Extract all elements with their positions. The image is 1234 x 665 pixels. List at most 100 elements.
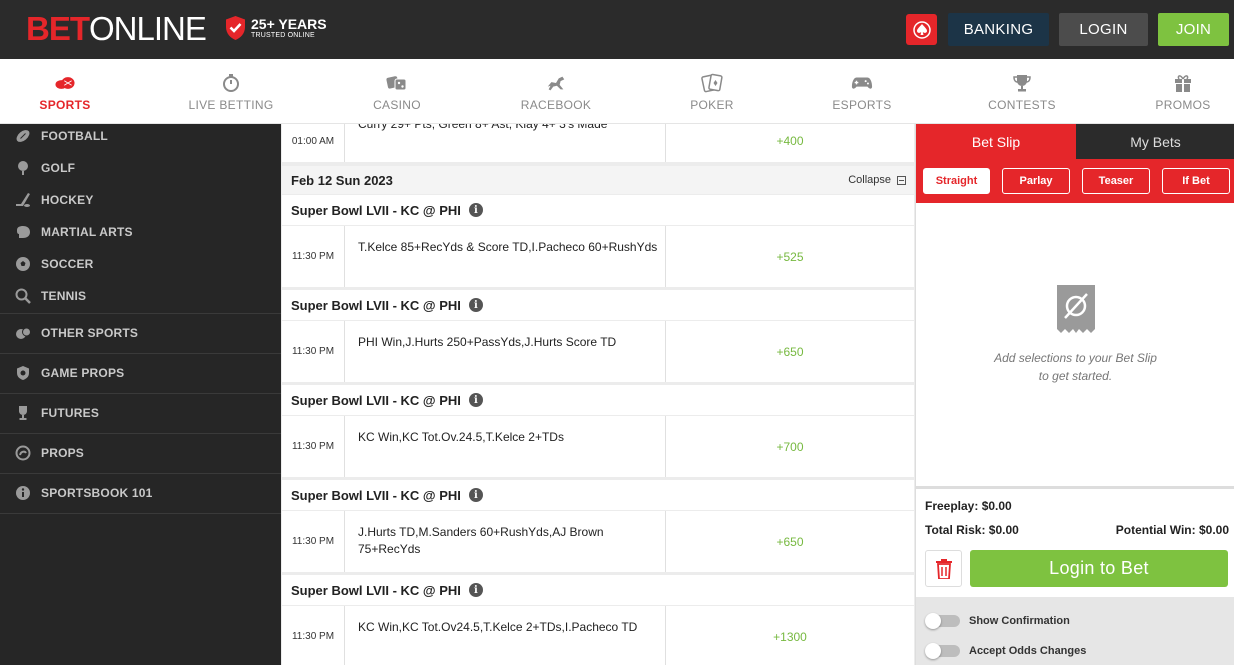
collapse-toggle[interactable]: Collapse [848, 174, 906, 186]
nav-label-poker: POKER [690, 98, 734, 112]
sidebar-label-game-props: GAME PROPS [41, 366, 125, 380]
bet-row: 11:30 PM KC Win,KC Tot.Ov.24.5,T.Kelce 2… [282, 416, 914, 477]
bet-row: 11:30 PM PHI Win,J.Hurts 250+PassYds,J.H… [282, 321, 914, 382]
sidebar-divider [0, 433, 281, 434]
sidebar-divider [0, 353, 281, 354]
login-to-bet-button[interactable]: Login to Bet [970, 550, 1228, 587]
sidebar-item-soccer[interactable]: SOCCER [0, 249, 281, 279]
bet-time: 11:30 PM [282, 416, 345, 477]
show-confirmation-toggle[interactable] [925, 613, 960, 629]
gamepad-icon [851, 72, 873, 94]
bet-time: 11:30 PM [282, 226, 345, 287]
bet-row: 11:30 PM J.Hurts TD,M.Sanders 60+RushYds… [282, 511, 914, 572]
banking-button[interactable]: BANKING [948, 13, 1049, 46]
sports-sidebar: FOOTBALL GOLF HOCKEY MARTIAL ARTS SOCCER… [0, 124, 281, 665]
nav-item-racebook[interactable]: RACEBOOK [511, 59, 601, 124]
join-button[interactable]: JOIN [1158, 13, 1229, 46]
sidebar-divider [0, 513, 281, 514]
sidebar-item-game-props[interactable]: GAME PROPS [0, 358, 281, 388]
nav-item-sports[interactable]: SPORTS [20, 59, 110, 124]
bet-type-if-bet[interactable]: If Bet [1162, 168, 1230, 194]
info-icon[interactable]: i [468, 298, 483, 312]
sidebar-item-props[interactable]: PROPS [0, 438, 281, 468]
date-label: Feb 12 Sun 2023 [291, 172, 393, 188]
empty-message-line-2: to get started. [1038, 369, 1113, 383]
sidebar-item-tennis[interactable]: TENNIS [0, 281, 281, 311]
poker-chip-button[interactable] [906, 14, 937, 45]
nav-item-esports[interactable]: ESPORTS [817, 59, 907, 124]
sidebar-label-props: PROPS [41, 446, 85, 460]
odds-button[interactable]: +650 [665, 321, 914, 382]
sidebar-item-hockey[interactable]: HOCKEY [0, 185, 281, 215]
logo-online: ONLINE [89, 10, 207, 47]
nav-label-contests: CONTESTS [988, 98, 1056, 112]
sidebar-item-football[interactable]: FOOTBALL [0, 121, 281, 151]
nav-item-promos[interactable]: PROMOS [1138, 59, 1228, 124]
bet-description: T.Kelce 85+RecYds & Score TD,I.Pacheco 6… [358, 240, 658, 254]
top-header: BET ONLINE 25+ YEARS TRUSTED ONLINE BANKI… [0, 0, 1234, 59]
tab-my-bets[interactable]: My Bets [1076, 124, 1234, 159]
nav-label-racebook: RACEBOOK [520, 98, 592, 112]
bet-row: 11:30 PM KC Win,KC Tot.Ov24.5,T.Kelce 2+… [282, 606, 914, 665]
soccer-icon [15, 256, 31, 272]
bet-type-bar: Straight Parlay Teaser If Bet [916, 159, 1234, 203]
sidebar-item-martial-arts[interactable]: MARTIAL ARTS [0, 217, 281, 247]
bet-type-parlay[interactable]: Parlay [1002, 168, 1070, 194]
sidebar-divider [0, 393, 281, 394]
dice-icon [386, 72, 408, 94]
game-header: Super Bowl LVII - KC @ PHI i [282, 290, 914, 320]
collapse-label: Collapse [848, 174, 891, 186]
sidebar-label-football: FOOTBALL [41, 129, 108, 143]
sports-icon [54, 72, 76, 94]
login-button[interactable]: LOGIN [1059, 13, 1148, 46]
info-icon[interactable]: i [468, 393, 483, 407]
nav-item-contests[interactable]: CONTESTS [977, 59, 1067, 124]
glove-icon [15, 224, 31, 240]
sidebar-item-other-sports[interactable]: OTHER SPORTS [0, 318, 281, 348]
show-confirmation-label: Show Confirmation [969, 615, 1070, 627]
bet-type-teaser[interactable]: Teaser [1082, 168, 1150, 194]
accept-odds-toggle[interactable] [925, 643, 960, 659]
sidebar-label-futures: FUTURES [41, 406, 100, 420]
odds-button[interactable]: +525 [665, 226, 914, 287]
football-icon [15, 128, 31, 144]
bet-description: KC Win,KC Tot.Ov24.5,T.Kelce 2+TDs,I.Pac… [358, 620, 638, 634]
empty-message-line-1: Add selections to your Bet Slip [994, 351, 1157, 365]
sidebar-label-hockey: HOCKEY [41, 193, 94, 207]
date-header: Feb 12 Sun 2023 Collapse [282, 166, 914, 194]
info-icon[interactable]: i [468, 488, 483, 502]
trash-icon [935, 558, 952, 579]
odds-list: 01:00 AM Curry 29+ Pts, Green 8+ Ast, Kl… [281, 124, 915, 665]
odds-button[interactable]: +400 [665, 124, 914, 162]
betonline-logo[interactable]: BET ONLINE [26, 10, 207, 47]
nav-item-live-betting[interactable]: LIVE BETTING [181, 59, 281, 124]
odds-button[interactable]: +700 [665, 416, 914, 477]
sidebar-label-other-sports: OTHER SPORTS [41, 326, 139, 340]
shield-check-icon [226, 16, 245, 40]
nav-item-poker[interactable]: POKER [667, 59, 757, 124]
sidebar-item-sportsbook-101[interactable]: SPORTSBOOK 101 [0, 478, 281, 508]
sidebar-item-golf[interactable]: GOLF [0, 153, 281, 183]
horse-icon [545, 72, 567, 94]
tab-bet-slip[interactable]: Bet Slip [916, 124, 1076, 159]
bet-time: 11:30 PM [282, 606, 345, 665]
game-title: Super Bowl LVII - KC @ PHI [291, 487, 461, 503]
accept-odds-option: Accept Odds Changes [925, 643, 1086, 659]
game-header: Super Bowl LVII - KC @ PHI i [282, 385, 914, 415]
info-icon[interactable]: i [468, 203, 483, 217]
empty-ticket-icon [1057, 285, 1095, 333]
odds-button[interactable]: +650 [665, 511, 914, 572]
bet-type-straight[interactable]: Straight [923, 168, 990, 194]
game-title: Super Bowl LVII - KC @ PHI [291, 297, 461, 313]
nav-item-casino[interactable]: CASINO [352, 59, 442, 124]
clear-slip-button[interactable] [925, 550, 962, 587]
info-icon[interactable]: i [468, 583, 483, 597]
bet-description: PHI Win,J.Hurts 250+PassYds,J.Hurts Scor… [358, 335, 617, 349]
odds-button[interactable]: +1300 [665, 606, 914, 665]
nav-label-esports: ESPORTS [832, 98, 892, 112]
empty-message: Add selections to your Bet Slip to get s… [916, 349, 1234, 385]
game-header: Super Bowl LVII - KC @ PHI i [282, 195, 914, 225]
sidebar-divider [0, 473, 281, 474]
bet-description: Curry 29+ Pts, Green 8+ Ast, Klay 4+ 3's… [358, 124, 608, 131]
sidebar-item-futures[interactable]: FUTURES [0, 398, 281, 428]
